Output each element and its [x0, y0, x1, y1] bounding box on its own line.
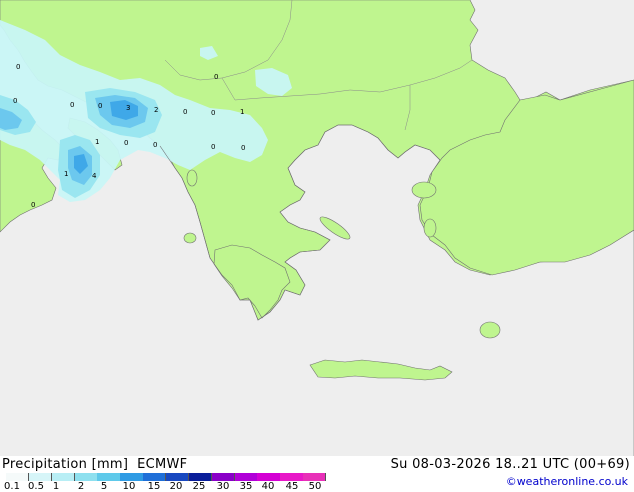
legend-footer: Precipitation [mm] ECMWF Su 08-03-2026 1… — [0, 456, 634, 492]
scale-segment — [303, 473, 327, 481]
scale-segment — [6, 473, 30, 481]
scale-tick-label: 35 — [239, 481, 253, 492]
value-label: 0 — [124, 139, 128, 147]
scale-tick-label: 25 — [192, 481, 206, 492]
scale-segment — [280, 473, 304, 481]
scale-segment — [143, 473, 167, 481]
value-label: 0 — [153, 141, 157, 149]
value-label: 0 — [70, 101, 74, 109]
scale-segment — [211, 473, 236, 481]
scale-tick-label: 10 — [122, 481, 136, 492]
scale-tick-label: 50 — [308, 481, 322, 492]
value-label: 1 — [64, 170, 68, 178]
scale-tick-label: 0.1 — [4, 481, 20, 492]
value-label: 3 — [126, 104, 130, 112]
precipitation-map: 0 0 0 0 0 3 2 0 0 1 0 0 1 4 0 0 0 1 — [0, 0, 634, 456]
value-label: 1 — [240, 108, 244, 116]
value-label: 1 — [95, 138, 99, 146]
precipitation-color-scale — [6, 473, 327, 481]
credit-link[interactable]: ©weatheronline.co.uk — [506, 475, 628, 488]
value-label: 2 — [154, 106, 158, 114]
land-corfu — [186, 169, 198, 187]
value-label: 0 — [183, 108, 187, 116]
map-datetime: Su 08-03-2026 18..21 UTC (00+69) — [390, 457, 630, 472]
scale-segment — [234, 473, 258, 481]
scale-tick-label: 0.5 — [28, 481, 44, 492]
scale-tick-label: 1 — [52, 481, 60, 492]
value-label: 0 — [241, 144, 245, 152]
scale-tick-label: 45 — [285, 481, 299, 492]
scale-segment — [28, 473, 53, 481]
scale-tick-label: 5 — [100, 481, 108, 492]
value-label: 0 — [13, 97, 17, 105]
map-title: Precipitation [mm] ECMWF — [2, 457, 188, 472]
value-label: 0 — [98, 102, 102, 110]
land-lesbos — [411, 181, 437, 199]
scale-segment — [257, 473, 281, 481]
land-chios — [423, 218, 437, 238]
value-label: 0 — [214, 73, 218, 81]
value-label: 0 — [16, 63, 20, 71]
scale-segment — [74, 473, 98, 481]
value-label: 0 — [211, 109, 215, 117]
scale-tick-label: 15 — [147, 481, 161, 492]
scale-segment — [97, 473, 121, 481]
scale-segment — [120, 473, 144, 481]
scale-tick-label: 20 — [169, 481, 183, 492]
value-label: 0 — [31, 201, 35, 209]
scale-tick-label: 2 — [77, 481, 85, 492]
scale-segment — [188, 473, 213, 481]
value-label: 0 — [211, 143, 215, 151]
scale-tick-label: 30 — [216, 481, 230, 492]
scale-tick-label: 40 — [261, 481, 275, 492]
land-rhodes — [479, 321, 501, 339]
value-label: 4 — [92, 172, 97, 180]
scale-segment — [166, 473, 190, 481]
land-kefalonia — [183, 232, 197, 244]
scale-segment — [51, 473, 76, 481]
